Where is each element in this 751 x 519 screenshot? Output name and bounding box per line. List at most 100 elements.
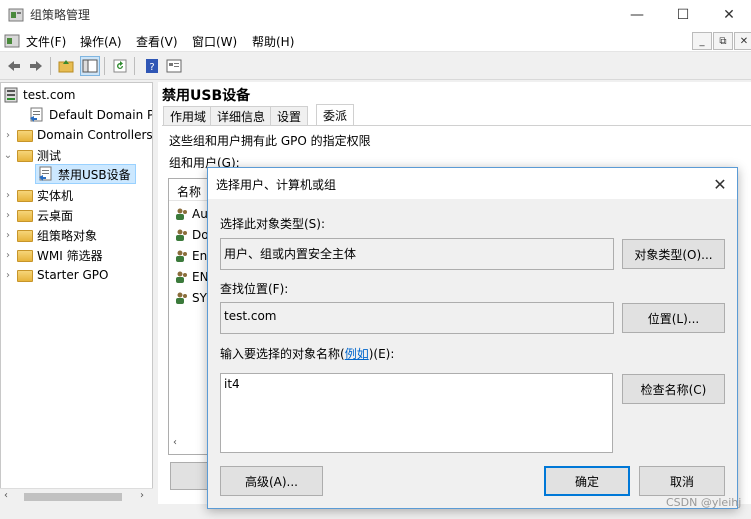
navigation-tree: test.com Default Domain Pol › Domain Con… xyxy=(0,82,153,504)
toolbar-separator xyxy=(104,57,105,75)
list-item[interactable]: EN xyxy=(175,268,207,286)
chevron-down-icon[interactable]: ⌄ xyxy=(3,150,13,161)
users-icon xyxy=(175,291,189,305)
menu-action[interactable]: 操作(A) xyxy=(80,33,122,50)
menu-window[interactable]: 窗口(W) xyxy=(192,33,237,50)
advanced-button[interactable]: 高级(A)... xyxy=(220,466,323,496)
gpo-link-icon xyxy=(39,166,52,181)
gpo-link-icon xyxy=(30,107,43,122)
domain-icon xyxy=(4,87,18,103)
tab-scope[interactable]: 作用域 xyxy=(163,106,214,126)
list-header[interactable]: 名称 xyxy=(169,179,207,201)
users-icon xyxy=(175,270,189,284)
menu-view[interactable]: 查看(V) xyxy=(136,33,178,50)
locations-button[interactable]: 位置(L)... xyxy=(622,303,725,333)
scroll-left-icon[interactable]: ‹ xyxy=(4,490,8,501)
column-header-name: 名称 xyxy=(177,185,202,199)
mmc-icon[interactable] xyxy=(4,33,20,49)
location-field: test.com xyxy=(220,302,614,334)
mdi-minimize-button[interactable]: _ xyxy=(692,32,712,50)
folder-icon xyxy=(17,130,33,142)
tree-item-label: Domain Controllers xyxy=(37,128,153,142)
toolbar-separator xyxy=(50,57,51,75)
menu-help[interactable]: 帮助(H) xyxy=(252,33,294,50)
list-item[interactable]: Do xyxy=(175,226,207,244)
dialog-title-bar: 选择用户、计算机或组 ✕ xyxy=(208,168,737,199)
tree-item-disable-usb-gpo[interactable]: 禁用USB设备 xyxy=(35,164,136,184)
tree-item-wmi-filters[interactable]: › WMI 筛选器 xyxy=(3,245,103,265)
cancel-button[interactable]: 取消 xyxy=(639,466,725,496)
svg-text:?: ? xyxy=(149,62,154,73)
scroll-left-icon[interactable]: ‹ xyxy=(173,437,177,448)
tab-settings[interactable]: 设置 xyxy=(270,106,309,126)
watermark: CSDN @yleihj xyxy=(666,496,742,509)
tree-item-label: test.com xyxy=(23,88,76,102)
tree-item-label: 组策略对象 xyxy=(37,228,98,243)
chevron-right-icon[interactable]: › xyxy=(3,250,13,261)
tree-item-group-policy-objects[interactable]: › 组策略对象 xyxy=(3,225,97,245)
tree-horizontal-scrollbar[interactable]: ‹ › xyxy=(0,488,153,504)
object-names-input[interactable]: it4 xyxy=(220,373,613,453)
users-icon xyxy=(175,228,189,242)
folder-icon xyxy=(17,150,33,162)
close-icon[interactable]: ✕ xyxy=(708,172,732,196)
mdi-close-button[interactable]: ✕ xyxy=(734,32,751,50)
back-arrow-icon[interactable] xyxy=(4,56,24,76)
help-icon[interactable]: ? xyxy=(142,56,162,76)
properties-icon[interactable] xyxy=(164,56,184,76)
groups-users-list[interactable]: 名称 Au Do En EN SY ‹ xyxy=(168,178,208,455)
toolbar-separator xyxy=(134,57,135,75)
tab-delegation[interactable]: 委派 xyxy=(316,104,355,126)
page-title: 禁用USB设备 xyxy=(162,88,251,104)
mdi-restore-button[interactable]: ⧉ xyxy=(713,32,733,50)
maximize-button[interactable]: ☐ xyxy=(660,0,706,30)
delegation-description: 这些组和用户拥有此 GPO 的指定权限 xyxy=(169,134,371,148)
object-type-label: 选择此对象类型(S): xyxy=(220,217,326,231)
list-item[interactable]: Au xyxy=(175,205,207,223)
chevron-right-icon[interactable]: › xyxy=(3,130,13,141)
group-policy-app-icon xyxy=(8,8,24,22)
minimize-button[interactable]: — xyxy=(614,0,660,30)
tree-item-label: Starter GPO xyxy=(37,268,109,282)
list-item[interactable]: SY xyxy=(175,289,207,307)
object-type-field: 用户、组或内置安全主体 xyxy=(220,238,614,270)
menu-file[interactable]: 文件(F) xyxy=(26,33,66,50)
close-button[interactable]: ✕ xyxy=(706,0,751,30)
folder-icon xyxy=(17,250,33,262)
tree-item-physical-machines[interactable]: › 实体机 xyxy=(3,185,73,205)
chevron-right-icon[interactable]: › xyxy=(3,210,13,221)
tree-item-domain[interactable]: test.com xyxy=(3,85,76,105)
chevron-right-icon[interactable]: › xyxy=(3,190,13,201)
tree-item-test-ou[interactable]: ⌄ 测试 xyxy=(3,145,61,165)
refresh-icon[interactable] xyxy=(110,56,130,76)
tree-item-label: Default Domain Pol xyxy=(49,108,153,122)
chevron-right-icon[interactable]: › xyxy=(3,230,13,241)
folder-icon xyxy=(17,270,33,282)
location-label: 查找位置(F): xyxy=(220,282,289,296)
tree-item-domain-controllers[interactable]: › Domain Controllers xyxy=(3,125,153,145)
chevron-right-icon[interactable]: › xyxy=(3,270,13,281)
tree-item-default-domain-policy[interactable]: Default Domain Pol xyxy=(15,105,153,125)
tree-item-starter-gpo[interactable]: › Starter GPO xyxy=(3,265,108,285)
ok-button[interactable]: 确定 xyxy=(544,466,630,496)
tree-item-label: 云桌面 xyxy=(37,208,74,223)
up-folder-icon[interactable] xyxy=(56,56,76,76)
forward-arrow-icon[interactable] xyxy=(26,56,46,76)
dialog-title: 选择用户、计算机或组 xyxy=(216,178,337,192)
list-item[interactable]: En xyxy=(175,247,207,265)
tree-item-label: WMI 筛选器 xyxy=(37,248,103,263)
show-hide-tree-icon[interactable] xyxy=(80,56,100,76)
folder-icon xyxy=(17,230,33,242)
folder-icon xyxy=(17,210,33,222)
tree-item-cloud-desktop[interactable]: › 云桌面 xyxy=(3,205,73,225)
scroll-thumb[interactable] xyxy=(24,493,122,501)
add-button-partial[interactable] xyxy=(170,462,208,490)
check-names-button[interactable]: 检查名称(C) xyxy=(622,374,725,404)
tab-details[interactable]: 详细信息 xyxy=(210,106,273,126)
examples-link[interactable]: 例如 xyxy=(345,347,369,361)
object-types-button[interactable]: 对象类型(O)... xyxy=(622,239,725,269)
scroll-right-icon[interactable]: › xyxy=(140,490,144,501)
select-users-dialog: 选择用户、计算机或组 ✕ 选择此对象类型(S): 用户、组或内置安全主体 对象类… xyxy=(207,167,738,509)
users-icon xyxy=(175,249,189,263)
menu-bar: 文件(F) 操作(A) 查看(V) 窗口(W) 帮助(H) _ ⧉ ✕ xyxy=(0,30,751,52)
